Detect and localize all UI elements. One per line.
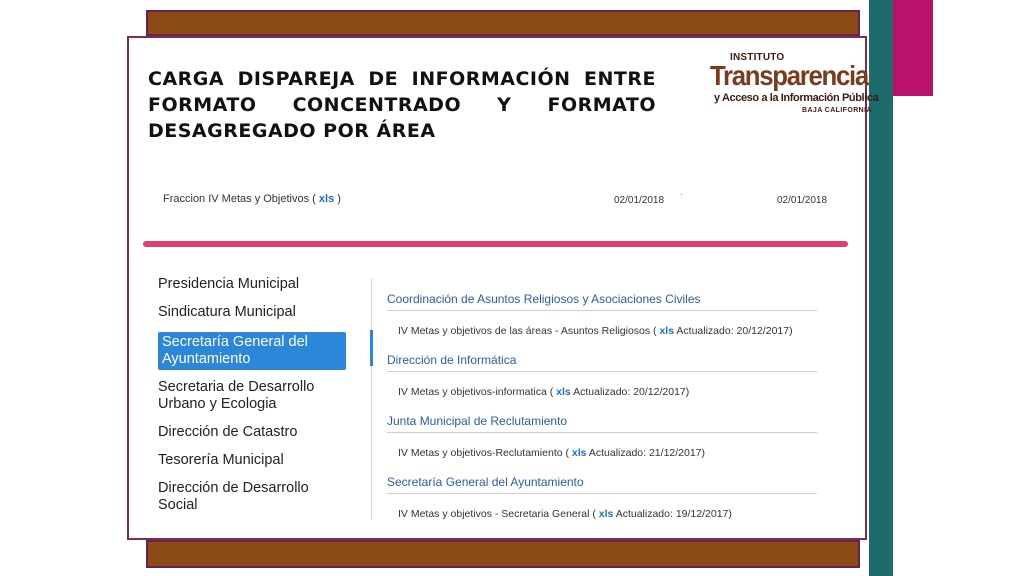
divider-bar [143, 241, 848, 247]
sidebar-item-desarrollo-social[interactable]: Dirección de Desarrollo Social [158, 480, 348, 514]
sidebar-item-tesoreria[interactable]: Tesorería Municipal [158, 452, 348, 469]
decor-brown-bar-top [146, 10, 860, 36]
sidebar-item-presidencia[interactable]: Presidencia Municipal [158, 276, 348, 293]
fraccion-xls-link[interactable]: xls [319, 193, 334, 205]
sidebar-item-catastro[interactable]: Dirección de Catastro [158, 424, 348, 441]
decor-teal-bar [869, 0, 893, 576]
fraccion-label: Fraccion IV Metas y Objetivos ( [163, 193, 319, 205]
section-item: IV Metas y objetivos-informatica ( xls A… [398, 385, 817, 399]
sidebar-item-desarrollo-urbano[interactable]: Secretaria de Desarrollo Urbano y Ecolog… [158, 379, 348, 413]
fraccion-suffix: ) [334, 193, 341, 205]
fraccion-dot: · [680, 189, 684, 200]
fraccion-date-1: 02/01/2018 [614, 195, 665, 206]
content-divider [371, 278, 372, 520]
xls-link[interactable]: xls [556, 386, 571, 398]
section-item-updated: Actualizado: 21/12/2017) [586, 447, 706, 459]
section-item-label: IV Metas y objetivos - Secretaria Genera… [398, 508, 599, 520]
section-title[interactable]: Coordinación de Asuntos Religiosos y Aso… [387, 292, 817, 311]
section-title[interactable]: Dirección de Informática [387, 353, 817, 372]
section-title[interactable]: Junta Municipal de Reclutamiento [387, 414, 817, 433]
decor-brown-bar-bottom [146, 540, 860, 568]
institute-logo: INSTITUTO Transparencia y Acceso a la In… [708, 50, 879, 118]
area-sidebar: Presidencia Municipal Sindicatura Munici… [158, 276, 348, 525]
section-block: Dirección de Informática IV Metas y obje… [387, 353, 817, 414]
fraccion-row: Fraccion IV Metas y Objetivos ( xls ) [163, 193, 341, 205]
sidebar-item-secretaria-general[interactable]: Secretaría General del Ayuntamiento [158, 332, 346, 370]
logo-small-text: BAJA CALIFORNIA [802, 107, 872, 114]
slide-title: CARGA DISPAREJA DE INFORMACIÓN ENTRE FOR… [148, 68, 656, 142]
section-block: Secretaría General del Ayuntamiento IV M… [387, 475, 817, 536]
sidebar-item-sindicatura[interactable]: Sindicatura Municipal [158, 304, 348, 321]
section-item: IV Metas y objetivos - Secretaria Genera… [398, 507, 817, 521]
decor-magenta-block [893, 0, 933, 96]
section-block: Junta Municipal de Reclutamiento IV Meta… [387, 414, 817, 475]
fraccion-date-2: 02/01/2018 [777, 195, 828, 206]
section-block: Coordinación de Asuntos Religiosos y Aso… [387, 292, 817, 353]
section-item-updated: Actualizado: 20/12/2017) [570, 386, 690, 398]
active-indicator [370, 330, 373, 366]
section-item-updated: Actualizado: 20/12/2017) [674, 325, 793, 337]
logo-sub-text: y Acceso a la Información Pública [714, 92, 879, 104]
section-item: IV Metas y objetivos de las áreas - Asun… [398, 324, 817, 338]
section-item: IV Metas y objetivos-Reclutamiento ( xls… [398, 446, 817, 460]
section-item-label: IV Metas y objetivos-Reclutamiento ( [398, 447, 572, 459]
section-item-label: IV Metas y objetivos-informatica ( [398, 386, 557, 398]
section-title[interactable]: Secretaría General del Ayuntamiento [387, 475, 817, 494]
logo-main-text: Transparencia [710, 60, 869, 91]
sections-list: Coordinación de Asuntos Religiosos y Aso… [387, 292, 817, 536]
xls-link[interactable]: xls [572, 447, 587, 459]
section-item-label: IV Metas y objetivos de las áreas - Asun… [398, 325, 660, 337]
section-item-updated: Actualizado: 19/12/2017) [613, 508, 732, 520]
xls-link[interactable]: xls [599, 508, 614, 520]
xls-link[interactable]: xls [659, 325, 674, 337]
